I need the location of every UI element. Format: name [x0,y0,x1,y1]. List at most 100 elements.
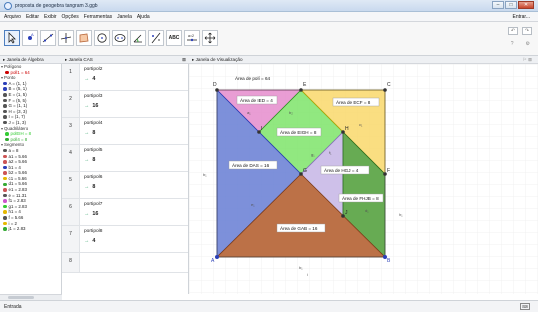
visibility-dot-icon[interactable] [3,87,7,91]
visibility-dot-icon[interactable] [5,132,9,136]
close-button[interactable]: ✕ [518,1,534,9]
menu-editar[interactable]: Editar [26,14,39,20]
visibility-dot-icon[interactable] [3,227,7,231]
label-area-ecf[interactable]: Área de ECF = 8 [336,99,371,105]
cas-input[interactable]: portipol7 [84,202,188,207]
label-area-hgj[interactable]: Área de HGJ = 4 [324,167,359,173]
cas-row[interactable]: 8 [62,253,188,273]
visibility-dot-icon[interactable] [3,165,7,170]
toolbar: A ABC a=2 ↶ ↷ ? ⚙ [0,22,538,56]
help-icon[interactable]: ? [511,41,514,47]
tangram-canvas[interactable]: D E C I H G F J A B Área de polí = 64 Ár… [189,64,538,294]
cas-row[interactable]: 2 portipol3 → 16 [62,91,188,118]
menu-ferramentas[interactable]: Ferramentas [84,14,112,20]
signin-link[interactable]: Entrar... [512,14,530,20]
visibility-dot-icon[interactable] [3,154,7,159]
scrollbar-thumb[interactable] [8,296,34,299]
cas-input[interactable]: portipol6 [84,175,188,180]
visibility-dot-icon[interactable] [3,160,7,164]
cas-row[interactable]: 4 portipol5 → 8 [62,145,188,172]
visibility-dot-icon[interactable] [3,120,7,125]
algebra-view[interactable]: Polígonopoll1 = 64PontoA = (1, 1)B = (5,… [0,64,62,294]
visibility-dot-icon[interactable] [3,98,7,103]
arrow-right-icon: → [84,157,90,163]
cas-cell[interactable]: portipol5 → 8 [80,145,188,171]
visibility-dot-icon[interactable] [3,199,7,203]
ellipse-tool-button[interactable] [112,30,128,46]
point-a[interactable] [215,255,219,259]
cas-input[interactable]: portipol2 [84,67,188,72]
cas-cell[interactable]: portipol8 → 4 [80,226,188,252]
label-area-das[interactable]: Área de DAS = 16 [232,162,270,168]
label-area-total[interactable]: Área de polí = 64 [235,75,271,81]
label-area-ied[interactable]: Área de IED = 4 [240,97,273,103]
visibility-dot-icon[interactable] [3,171,7,175]
move-graphics-view-tool-button[interactable] [202,30,218,46]
cas-row[interactable]: 6 portipol7 → 16 [62,199,188,226]
reflect-tool-button[interactable] [148,30,164,46]
cas-cell[interactable]: portipol7 → 16 [80,199,188,225]
cas-close-icon[interactable]: ⊠ [182,56,186,63]
visibility-dot-icon[interactable] [3,176,7,181]
visibility-dot-icon[interactable] [3,81,7,86]
visibility-dot-icon[interactable] [3,93,7,97]
visibility-dot-icon[interactable] [3,193,7,198]
keyboard-icon[interactable]: ⌨ [520,303,530,310]
graphics-view[interactable]: D E C I H G F J A B Área de polí = 64 Ár… [189,64,538,294]
menu-ajuda[interactable]: Ajuda [137,14,150,20]
cas-cell[interactable]: portipol6 → 8 [80,172,188,198]
cas-cell[interactable]: portipol2 → 4 [80,64,188,90]
menu-arquivo[interactable]: Arquivo [4,14,21,20]
label-area-eigh[interactable]: Área de EIGH = 8 [280,129,317,135]
cas-row[interactable]: 1 portipol2 → 4 [62,64,188,91]
point-e[interactable] [299,88,303,92]
visibility-dot-icon[interactable] [3,221,7,226]
perpendicular-tool-button[interactable] [58,30,74,46]
cas-input[interactable]: portipol4 [84,121,188,126]
cas-cell[interactable]: portipol3 → 16 [80,91,188,117]
move-tool-button[interactable] [4,30,20,46]
cas-input[interactable]: portipol5 [84,148,188,153]
point-d[interactable] [215,88,219,92]
minimize-button[interactable]: – [492,1,504,9]
maximize-button[interactable]: □ [505,1,517,9]
menu-exibir[interactable]: Exibir [44,14,57,20]
point-c[interactable] [383,88,387,92]
settings-gear-icon[interactable]: ⚙ [526,41,530,47]
label-area-fhjb[interactable]: Área de FHJB = 8 [342,195,379,201]
circle-tool-button[interactable] [94,30,110,46]
visibility-dot-icon[interactable] [3,216,7,220]
redo-button[interactable]: ↷ [522,27,532,35]
cas-input[interactable]: portipol8 [84,229,188,234]
visibility-dot-icon[interactable] [3,104,7,108]
visibility-dot-icon[interactable] [3,182,7,187]
cas-cell[interactable] [80,253,188,272]
visibility-dot-icon[interactable] [3,188,7,192]
cas-input[interactable]: portipol3 [84,94,188,99]
polygon-tool-button[interactable] [76,30,92,46]
line-tool-button[interactable] [40,30,56,46]
menu-janela[interactable]: Janela [117,14,132,20]
angle-tool-button[interactable] [130,30,146,46]
visibility-dot-icon[interactable] [3,148,7,153]
input-bar[interactable]: Entrada ⌨ [0,300,538,312]
label-area-gab[interactable]: Área de GAB = 16 [280,225,318,231]
point-tool-button[interactable]: A [22,30,38,46]
slider-tool-button[interactable]: a=2 [184,30,200,46]
visibility-dot-icon[interactable] [3,210,7,214]
visibility-dot-icon[interactable] [5,70,9,75]
algebra-item[interactable]: j1 = 2.83 [0,226,61,232]
cas-row[interactable]: 7 portipol8 → 4 [62,226,188,253]
cas-row[interactable]: 5 portipol6 → 8 [62,172,188,199]
graphics-settings-icon[interactable]: ⚐ ⊠ [523,56,532,63]
menu-opcoes[interactable]: Opções [62,14,79,20]
undo-button[interactable]: ↶ [508,27,518,35]
text-tool-button[interactable]: ABC [166,30,182,46]
visibility-dot-icon[interactable] [5,137,9,142]
cas-row[interactable]: 3 portipol4 → 8 [62,118,188,145]
cas-view[interactable]: 1 portipol2 → 4 2 portipol3 → 16 3 portipol4 → 8 4 po… [62,64,189,294]
visibility-dot-icon[interactable] [3,109,7,114]
cas-cell[interactable]: portipol4 → 8 [80,118,188,144]
visibility-dot-icon[interactable] [3,115,7,119]
visibility-dot-icon[interactable] [3,204,7,209]
